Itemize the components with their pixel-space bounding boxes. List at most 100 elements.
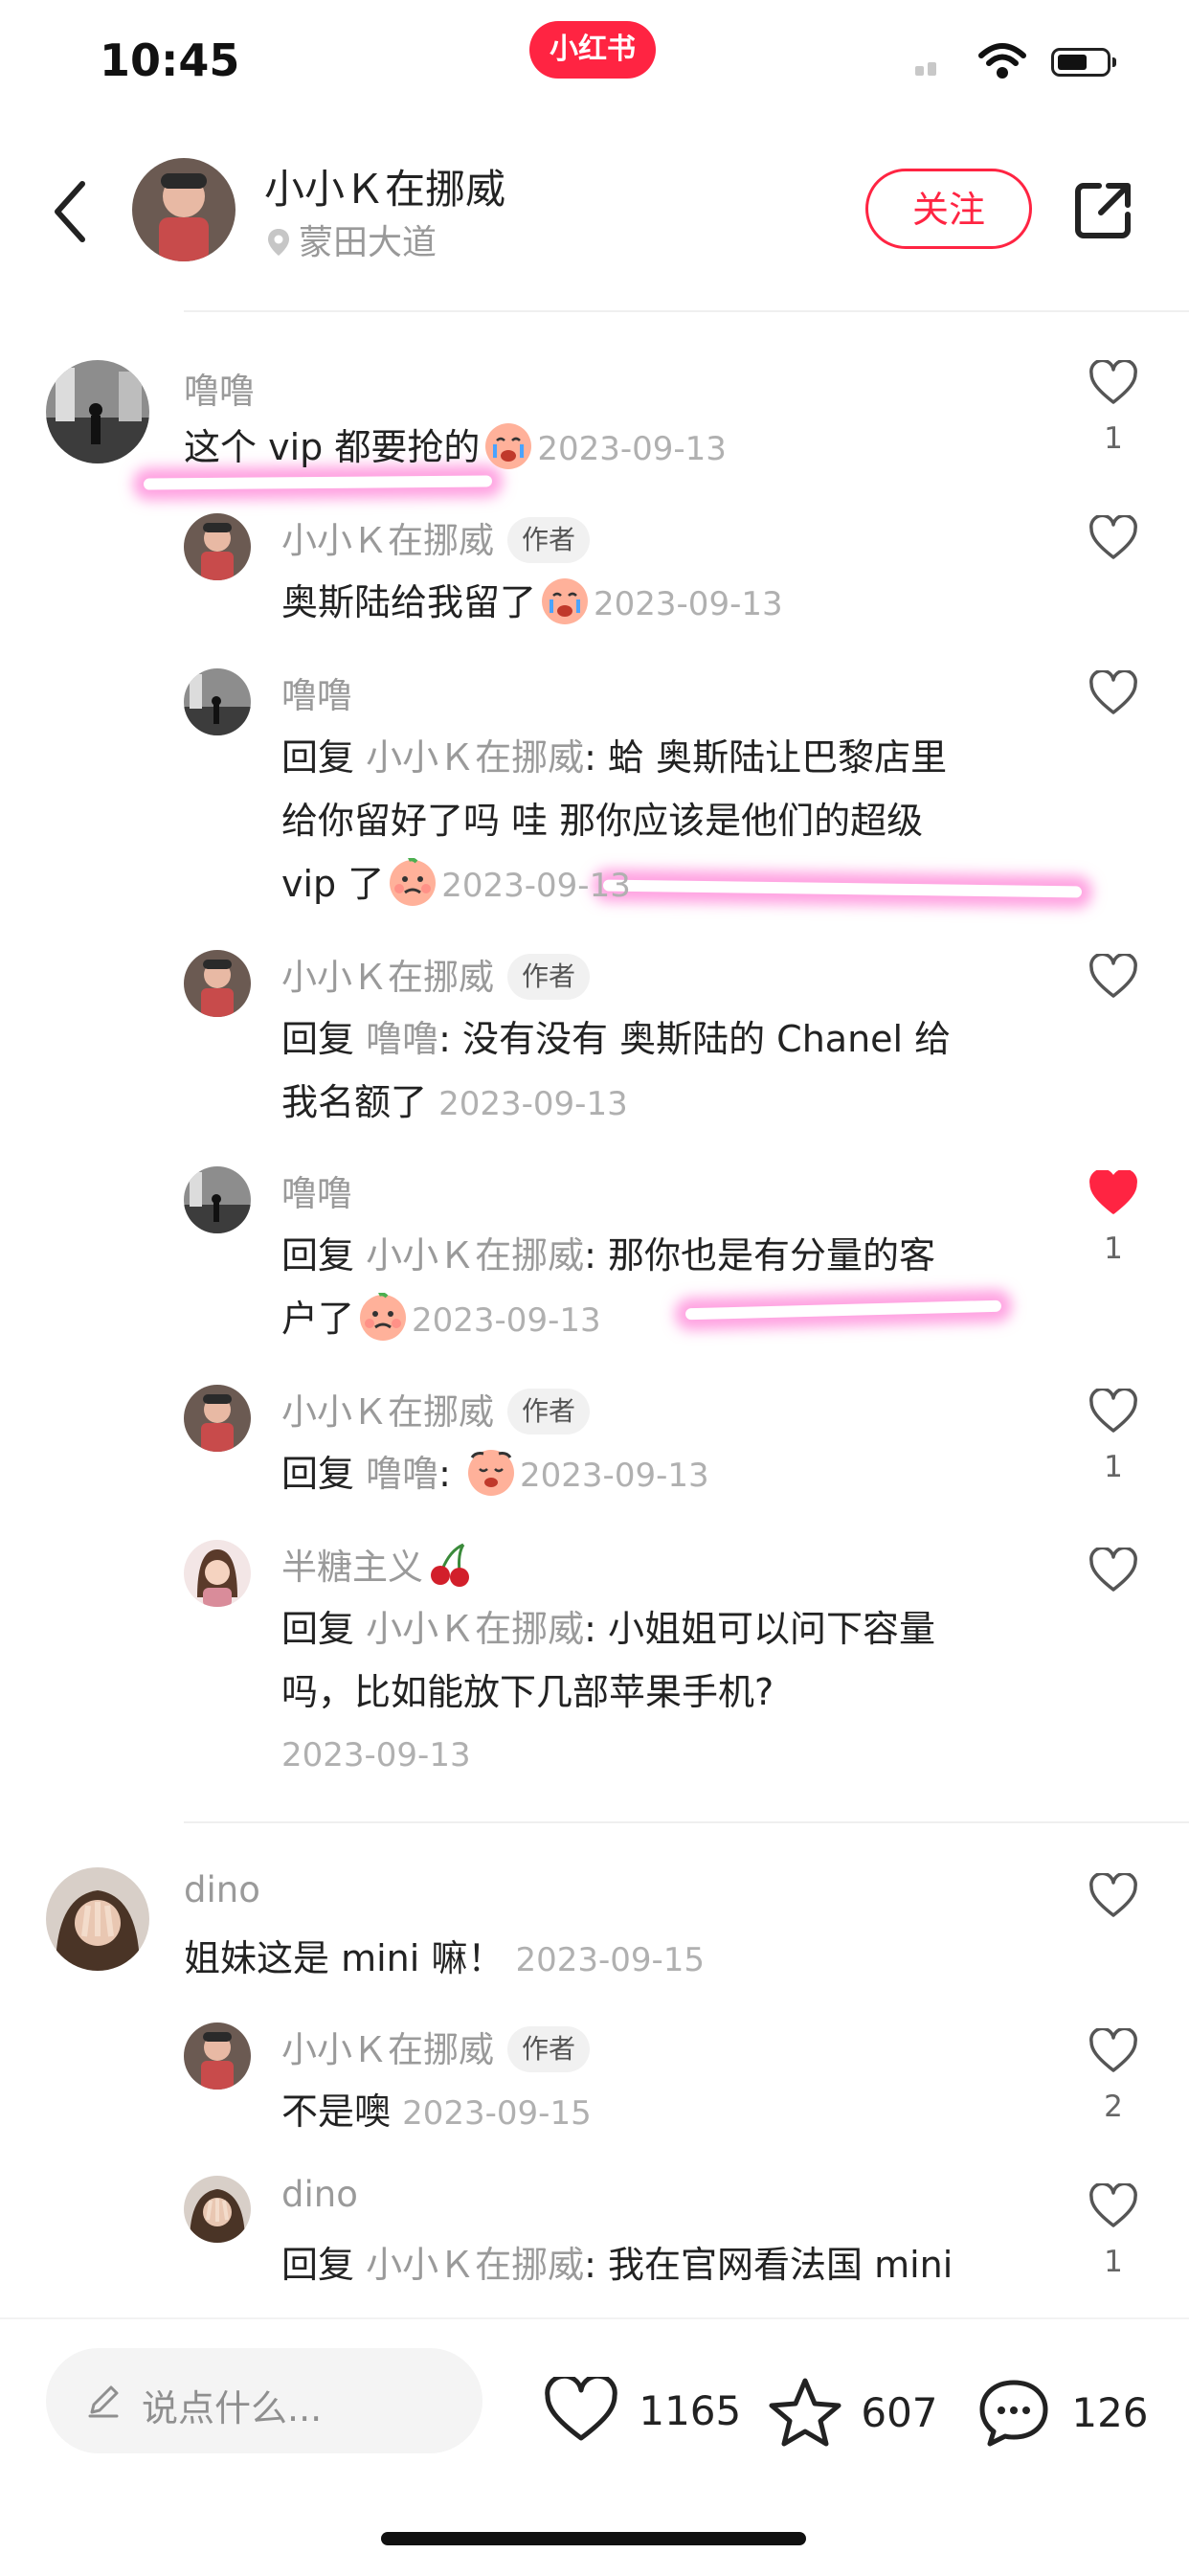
heart-icon: [1089, 2026, 1137, 2072]
app-logo: 小红书: [529, 21, 656, 79]
location-label: 蒙田大道: [299, 223, 437, 262]
reply-body: 不是噢: [281, 2090, 392, 2133]
avatar[interactable]: [184, 1166, 251, 1233]
avatar[interactable]: [184, 1540, 251, 1607]
reply-to-name[interactable]: 小小Ｋ在挪威: [366, 736, 584, 779]
like-count: 1: [1104, 1232, 1123, 1266]
like-button[interactable]: [1075, 952, 1152, 1004]
location-pin-icon: [268, 229, 289, 256]
follow-button[interactable]: 关注: [865, 169, 1032, 249]
reply-line-3: vip 了: [281, 863, 385, 905]
reply-username[interactable]: 小小Ｋ在挪威 作者: [281, 511, 591, 563]
like-count: 1: [1104, 421, 1123, 456]
status-time: 10:45: [100, 34, 240, 86]
heart-icon: [1089, 952, 1137, 998]
avatar[interactable]: [184, 668, 251, 735]
like-button[interactable]: 1: [1075, 2181, 1152, 2279]
post-location[interactable]: 蒙田大道: [266, 215, 437, 264]
cherry-emoji: [431, 1543, 469, 1587]
like-post-button[interactable]: 1165: [544, 2373, 741, 2444]
comment-bubble-icon: [979, 2380, 1048, 2447]
reply-text[interactable]: 回复 小小Ｋ在挪威: 那你也是有分量的客 户了 2023-09-13: [281, 1224, 935, 1352]
avatar[interactable]: [184, 513, 251, 580]
like-button[interactable]: [1075, 1546, 1152, 1597]
avatar[interactable]: [46, 1867, 149, 1971]
heart-icon: [1089, 1168, 1137, 1214]
author-badge: 作者: [507, 954, 591, 1000]
heart-icon: [1089, 358, 1137, 404]
reply-username-text: 小小Ｋ在挪威: [281, 520, 494, 561]
comment-username[interactable]: dino: [184, 1869, 260, 1910]
reply-date: 2023-09-13: [594, 585, 783, 623]
reply-to-name[interactable]: 噜噜: [366, 1018, 438, 1060]
like-button[interactable]: [1075, 668, 1152, 720]
author-avatar[interactable]: [132, 158, 236, 261]
reply-username[interactable]: 小小Ｋ在挪威 作者: [281, 1383, 591, 1435]
reply-body: 奥斯陆给我留了: [281, 581, 537, 623]
author-badge: 作者: [507, 1389, 591, 1435]
reply-line-1: : 没有没有 奥斯陆的 Chanel 给: [438, 1018, 952, 1060]
comment-input[interactable]: 说点什么...: [46, 2348, 482, 2453]
reply-line: vip 了 2023-09-13: [281, 852, 947, 917]
chevron-left-icon[interactable]: [50, 180, 88, 243]
comment-username[interactable]: 噜噜: [184, 362, 255, 414]
avatar[interactable]: [184, 950, 251, 1017]
like-button[interactable]: 1: [1075, 1387, 1152, 1484]
like-button[interactable]: 1: [1075, 1168, 1152, 1266]
avatar[interactable]: [46, 360, 149, 463]
heart-icon: [1089, 668, 1137, 714]
reply-line-1: :: [438, 1453, 451, 1495]
reply-username[interactable]: dino: [281, 2174, 358, 2215]
heart-icon: [1089, 2181, 1137, 2227]
reply-date: 2023-09-13: [520, 1457, 709, 1495]
reply-text[interactable]: 回复 小小Ｋ在挪威: 小姐姐可以问下容量 吗，比如能放下几部苹果手机? 2023…: [281, 1597, 935, 1787]
reply-line: 回复 小小Ｋ在挪威: 小姐姐可以问下容量: [281, 1597, 935, 1661]
like-button[interactable]: 1: [1075, 358, 1152, 456]
reply-date: 2023-09-13: [438, 1085, 628, 1123]
reply-username[interactable]: 小小Ｋ在挪威 作者: [281, 948, 591, 1000]
reply-text[interactable]: 回复 小小Ｋ在挪威: 我在官网看法国 mini: [281, 2233, 953, 2296]
comment-text[interactable]: 姐妹这是 mini 嘛！ 2023-09-15: [184, 1927, 705, 1992]
collect-post-button[interactable]: 607: [768, 2377, 938, 2448]
bottom-action-bar: 说点什么... 1165 607 126: [0, 2317, 1189, 2576]
reply-text[interactable]: 回复 小小Ｋ在挪威: 蛤 奥斯陆让巴黎店里 给你留好了吗 哇 那你应该是他们的超…: [281, 726, 947, 917]
comment-date: 2023-09-15: [515, 1941, 706, 1979]
header-divider: [184, 310, 1189, 312]
heart-icon: [1089, 1546, 1137, 1592]
author-name[interactable]: 小小Ｋ在挪威: [264, 157, 505, 215]
reply-text[interactable]: 奥斯陆给我留了 2023-09-13: [281, 571, 783, 636]
comment-divider: [184, 1821, 1189, 1823]
reply-text[interactable]: 回复 噜噜: 2023-09-13: [281, 1442, 709, 1507]
crying-face-emoji: [485, 423, 532, 469]
like-button[interactable]: 2: [1075, 2026, 1152, 2124]
reply-text[interactable]: 回复 噜噜: 没有没有 奥斯陆的 Chanel 给 我名额了 2023-09-1…: [281, 1007, 951, 1136]
avatar[interactable]: [184, 1385, 251, 1452]
share-icon[interactable]: [1074, 180, 1133, 239]
avatar[interactable]: [184, 2022, 251, 2090]
reply-username-text: 小小Ｋ在挪威: [281, 1391, 494, 1433]
reply-line: 我名额了 2023-09-13: [281, 1071, 951, 1136]
reply-line-1: : 那你也是有分量的客: [584, 1234, 936, 1277]
reply-line-2: 户了: [281, 1298, 355, 1340]
reply-to-name[interactable]: 噜噜: [366, 1453, 438, 1495]
comment-text[interactable]: 这个 vip 都要抢的 2023-09-13: [184, 416, 727, 481]
reply-to-name[interactable]: 小小Ｋ在挪威: [366, 1234, 584, 1277]
reply-text[interactable]: 不是噢 2023-09-15: [281, 2080, 592, 2145]
reply-to-name[interactable]: 小小Ｋ在挪威: [366, 2244, 584, 2286]
like-button[interactable]: [1075, 1871, 1152, 1923]
comment-body: 姐妹这是 mini 嘛！: [184, 1937, 505, 1979]
reply-date: 2023-09-13: [441, 867, 631, 905]
reply-line: 回复 小小Ｋ在挪威: 那你也是有分量的客: [281, 1224, 935, 1287]
reply-username[interactable]: 噜噜: [281, 667, 352, 718]
reply-line-2: 给你留好了吗 哇 那你应该是他们的超级: [281, 800, 924, 842]
reply-username[interactable]: 小小Ｋ在挪威 作者: [281, 2021, 591, 2072]
reply-prefix: 回复: [281, 736, 355, 779]
comment-post-button[interactable]: 126: [976, 2377, 1149, 2448]
avatar[interactable]: [184, 2176, 251, 2243]
reply-prefix: 回复: [281, 2244, 355, 2286]
reply-to-name[interactable]: 小小Ｋ在挪威: [366, 1608, 584, 1650]
like-button[interactable]: [1075, 513, 1152, 565]
reply-username[interactable]: 噜噜: [281, 1164, 352, 1216]
reply-username[interactable]: 半糖主义: [281, 1538, 475, 1590]
reply-line: 回复 小小Ｋ在挪威: 蛤 奥斯陆让巴黎店里: [281, 726, 947, 789]
